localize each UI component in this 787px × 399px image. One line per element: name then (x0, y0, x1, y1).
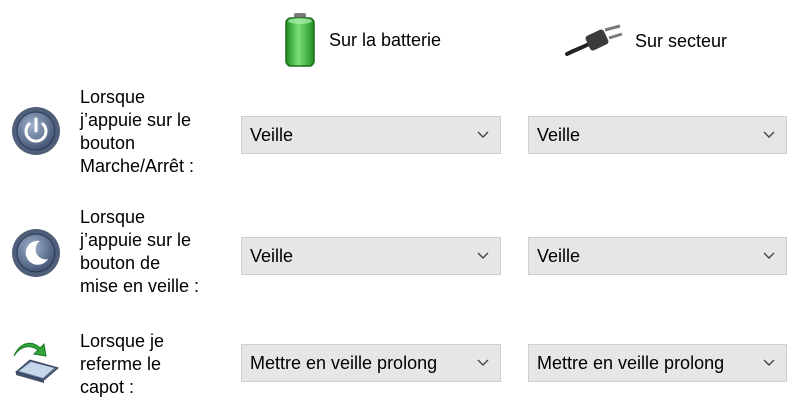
chevron-down-icon (763, 252, 775, 259)
chevron-down-icon (477, 359, 489, 366)
laptop-lid-icon (13, 342, 60, 383)
battery-column-label: Sur la batterie (329, 29, 442, 50)
lid-close-battery-select[interactable]: Mettre en veille prolong (241, 344, 501, 382)
chevron-down-icon (477, 131, 489, 138)
chevron-down-icon (763, 131, 775, 138)
row-lid-close: Lorsque je referme le capot : Mettre en … (0, 330, 787, 399)
power-options-panel: Sur la batterie Sur secteur Lorsque j’ap… (0, 0, 787, 399)
power-button-battery-select[interactable]: Veille (241, 116, 501, 154)
power-plug-icon (565, 24, 623, 56)
battery-icon (285, 13, 315, 67)
power-button-icon (12, 107, 60, 155)
select-value: Mettre en veille prolong (537, 352, 725, 373)
row-label-sleep-button: Lorsque j’appuie sur le bouton de mise e… (80, 207, 200, 296)
select-value: Veille (537, 124, 581, 145)
select-value: Mettre en veille prolong (250, 352, 438, 373)
sleep-button-battery-select[interactable]: Veille (241, 237, 501, 275)
ac-column-label: Sur secteur (635, 30, 728, 51)
column-header-battery: Sur la batterie (283, 12, 441, 68)
sleep-button-ac-select[interactable]: Veille (528, 237, 787, 275)
chevron-down-icon (763, 359, 775, 366)
row-sleep-button: Lorsque j’appuie sur le bouton de mise e… (0, 202, 787, 312)
select-value: Veille (537, 245, 581, 266)
select-value: Veille (250, 245, 294, 266)
sleep-button-icon (12, 229, 60, 277)
row-power-button: Lorsque j’appuie sur le bouton Marche/Ar… (0, 82, 787, 192)
column-header-ac: Sur secteur (565, 24, 727, 58)
power-button-ac-select[interactable]: Veille (528, 116, 787, 154)
lid-close-ac-select[interactable]: Mettre en veille prolong (528, 344, 787, 382)
chevron-down-icon (477, 252, 489, 259)
row-label-lid-close: Lorsque je referme le capot : (80, 331, 165, 397)
row-label-power-button: Lorsque j’appuie sur le bouton Marche/Ar… (80, 87, 195, 176)
select-value: Veille (250, 124, 294, 145)
